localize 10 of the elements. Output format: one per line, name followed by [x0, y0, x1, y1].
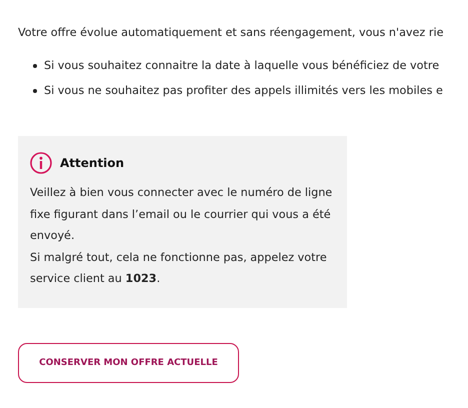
notice-text: Veillez à bien vous connecter avec le numéro de ligne fixe figurant dans l’email ou le courrier qui vous a été envoyé.: [30, 185, 334, 244]
list-item-text: Si vous ne souhaitez pas profiter des appels illimités vers les mobiles e: [44, 84, 443, 97]
notice-text: Si malgré tout, cela ne fonctionne pas, appelez votre service client au 1023.: [30, 250, 328, 287]
info-icon: [30, 152, 52, 174]
list-item-text: Si vous souhaitez connaitre la date à laquelle vous bénéficiez de votre: [44, 59, 440, 72]
notice-title: Attention: [60, 156, 124, 170]
keep-offer-button[interactable]: CONSERVER MON OFFRE ACTUELLE: [18, 342, 239, 382]
intro-text: Votre offre évolue automatiquement et sans réengagement, vous n'avez rie: [18, 25, 444, 41]
bullet-icon: [33, 88, 37, 92]
bullet-icon: [33, 64, 37, 68]
